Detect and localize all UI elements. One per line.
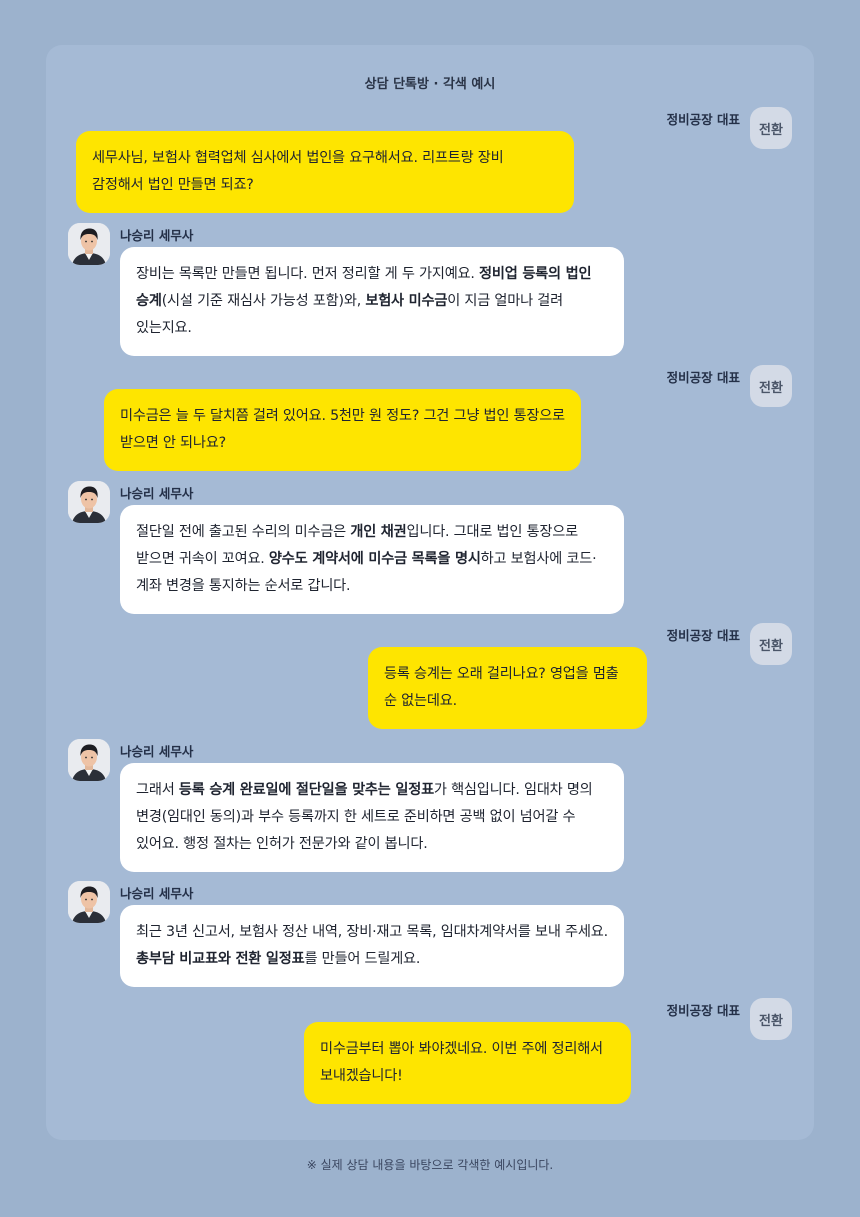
avatar[interactable]: 전환 xyxy=(750,107,792,149)
message-text-bold: 개인 채권 xyxy=(350,524,407,540)
sender-name: 나승리 세무사 xyxy=(120,486,194,501)
message-text: 세무사님, 보험사 협력업체 심사에서 법인을 요구해서요. 리프트랑 장비 감… xyxy=(92,150,504,193)
sender-name: 정비공장 대표 xyxy=(666,112,740,127)
message-text: 미수금은 늘 두 달치쯤 걸려 있어요. 5천만 원 정도? 그건 그냥 법인 … xyxy=(120,408,565,451)
avatar[interactable] xyxy=(68,481,110,523)
avatar[interactable] xyxy=(68,223,110,265)
footnote: ※ 실제 상담 내용을 바탕으로 각색한 예시입니다. xyxy=(306,1158,554,1172)
message-text-bold: 총부담 비교표와 전환 일정표 xyxy=(136,951,305,967)
sender-name: 정비공장 대표 xyxy=(666,370,740,385)
message-text: 등록 승계는 오래 걸리나요? 영업을 멈출 순 없는데요. xyxy=(384,666,619,709)
profile-photo-icon xyxy=(68,881,110,923)
sender-name: 나승리 세무사 xyxy=(120,228,194,243)
profile-photo-icon xyxy=(68,223,110,265)
message-bubble[interactable]: 등록 승계는 오래 걸리나요? 영업을 멈출 순 없는데요. xyxy=(368,647,647,729)
profile-photo-icon xyxy=(68,739,110,781)
sender-name: 정비공장 대표 xyxy=(666,628,740,643)
message-bubble[interactable]: 미수금은 늘 두 달치쯤 걸려 있어요. 5천만 원 정도? 그건 그냥 법인 … xyxy=(104,389,581,471)
message-text-bold: 보험사 미수금 xyxy=(365,293,448,309)
avatar[interactable]: 전환 xyxy=(750,623,792,665)
message-text: 를 만들어 드릴게요. xyxy=(304,951,421,967)
message-bubble[interactable]: 절단일 전에 출고된 수리의 미수금은 개인 채권입니다. 그대로 법인 통장으… xyxy=(120,505,624,614)
message-text: (시설 기준 재심사 가능성 포함)와, xyxy=(161,293,366,309)
message-bubble[interactable]: 세무사님, 보험사 협력업체 심사에서 법인을 요구해서요. 리프트랑 장비 감… xyxy=(76,131,574,213)
message-text-bold: 등록 승계 완료일에 절단일을 맞추는 일정표 xyxy=(178,782,434,798)
message-text: 절단일 전에 출고된 수리의 미수금은 xyxy=(136,524,351,540)
message-bubble[interactable]: 그래서 등록 승계 완료일에 절단일을 맞추는 일정표가 핵심입니다. 임대차 … xyxy=(120,763,624,872)
message-text: 장비는 목록만 만들면 됩니다. 먼저 정리할 게 두 가지예요. xyxy=(136,266,480,282)
chat-panel: 상담 단톡방 · 각색 예시 정비공장 대표 전환 세무사님, 보험사 협력업체… xyxy=(46,45,814,1140)
message-bubble[interactable]: 미수금부터 뽑아 봐야겠네요. 이번 주에 정리해서 보내겠습니다! xyxy=(304,1022,631,1104)
avatar[interactable] xyxy=(68,739,110,781)
message-text: 미수금부터 뽑아 봐야겠네요. 이번 주에 정리해서 보내겠습니다! xyxy=(320,1041,603,1084)
room-title: 상담 단톡방 · 각색 예시 xyxy=(364,77,496,92)
message-text-bold: 양수도 계약서에 미수금 목록을 명시 xyxy=(268,551,481,567)
message-text: 그래서 xyxy=(136,782,179,798)
sender-name: 정비공장 대표 xyxy=(666,1003,740,1018)
profile-photo-icon xyxy=(68,481,110,523)
avatar[interactable]: 전환 xyxy=(750,998,792,1040)
avatar[interactable] xyxy=(68,881,110,923)
sender-name: 나승리 세무사 xyxy=(120,886,194,901)
avatar[interactable]: 전환 xyxy=(750,365,792,407)
sender-name: 나승리 세무사 xyxy=(120,744,194,759)
message-bubble[interactable]: 최근 3년 신고서, 보험사 정산 내역, 장비·재고 목록, 임대차계약서를 … xyxy=(120,905,624,987)
message-text: 최근 3년 신고서, 보험사 정산 내역, 장비·재고 목록, 임대차계약서를 … xyxy=(136,924,608,940)
message-bubble[interactable]: 장비는 목록만 만들면 됩니다. 먼저 정리할 게 두 가지예요. 정비업 등록… xyxy=(120,247,624,356)
